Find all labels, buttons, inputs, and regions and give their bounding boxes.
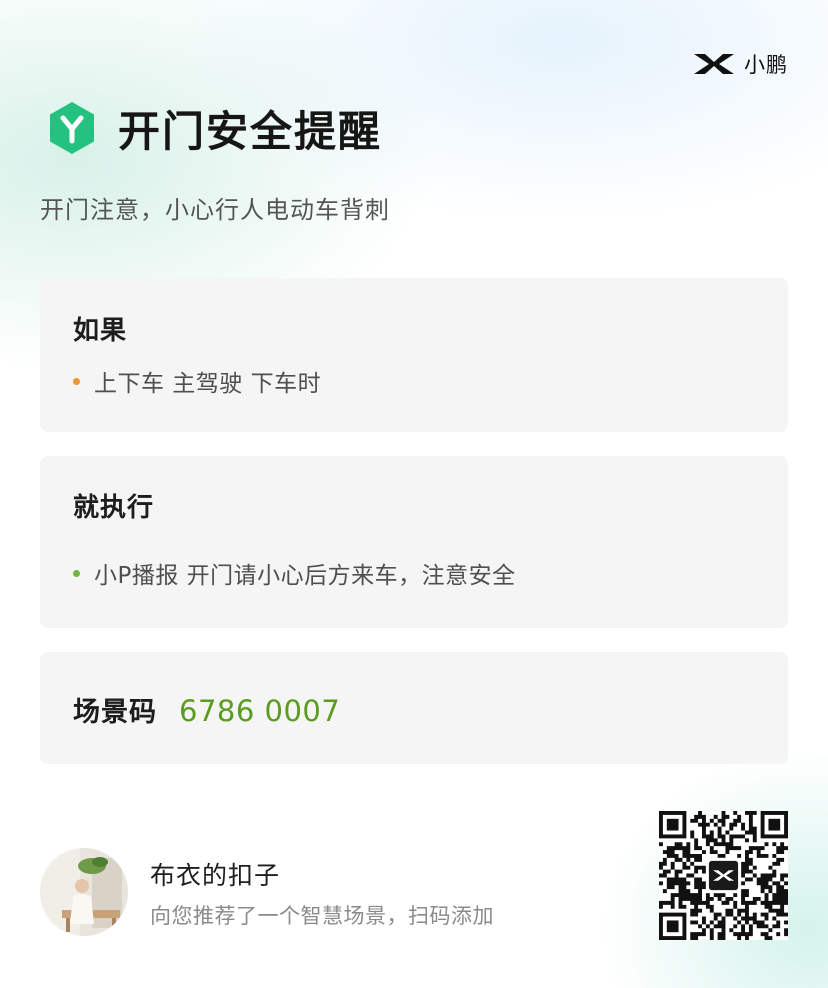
qr-finder-pattern bbox=[659, 912, 687, 940]
xpeng-x-logo-icon bbox=[694, 54, 734, 74]
page-subtitle: 开门注意，小心行人电动车背刺 bbox=[40, 196, 390, 224]
user-name: 布衣的扣子 bbox=[150, 861, 281, 890]
scene-code-card: 场景码 6786 0007 bbox=[40, 652, 788, 764]
page-header: 开门安全提醒 bbox=[46, 98, 382, 158]
user-avatar bbox=[40, 848, 128, 936]
bullet-dot-icon bbox=[73, 377, 80, 385]
condition-title: 如果 bbox=[73, 316, 128, 346]
brand-logo: 小鹏 bbox=[692, 50, 788, 78]
hexagon-y-icon bbox=[50, 102, 94, 154]
brand-name: 小鹏 bbox=[744, 53, 788, 77]
scene-code-value[interactable]: 6786 0007 bbox=[179, 694, 340, 728]
bullet-dot-icon bbox=[73, 569, 80, 577]
condition-item-text: 上下车 主驾驶 下车时 bbox=[94, 371, 322, 397]
scene-qr-code[interactable] bbox=[659, 811, 788, 940]
qr-finder-pattern bbox=[760, 811, 788, 839]
scene-code-row: 场景码 6786 0007 bbox=[73, 690, 340, 729]
scene-code-label: 场景码 bbox=[73, 697, 157, 728]
action-item: 小P播报 开门请小心后方来车，注意安全 bbox=[73, 556, 516, 590]
qr-finder-pattern bbox=[659, 811, 687, 839]
action-title: 就执行 bbox=[73, 493, 155, 523]
action-item-text: 小P播报 开门请小心后方来车，注意安全 bbox=[94, 563, 516, 589]
condition-card: 如果 上下车 主驾驶 下车时 bbox=[40, 278, 788, 432]
page-title: 开门安全提醒 bbox=[118, 106, 383, 156]
condition-item: 上下车 主驾驶 下车时 bbox=[73, 364, 321, 398]
share-description: 向您推荐了一个智慧场景，扫码添加 bbox=[150, 904, 494, 928]
action-card: 就执行 小P播报 开门请小心后方来车，注意安全 bbox=[40, 456, 788, 628]
